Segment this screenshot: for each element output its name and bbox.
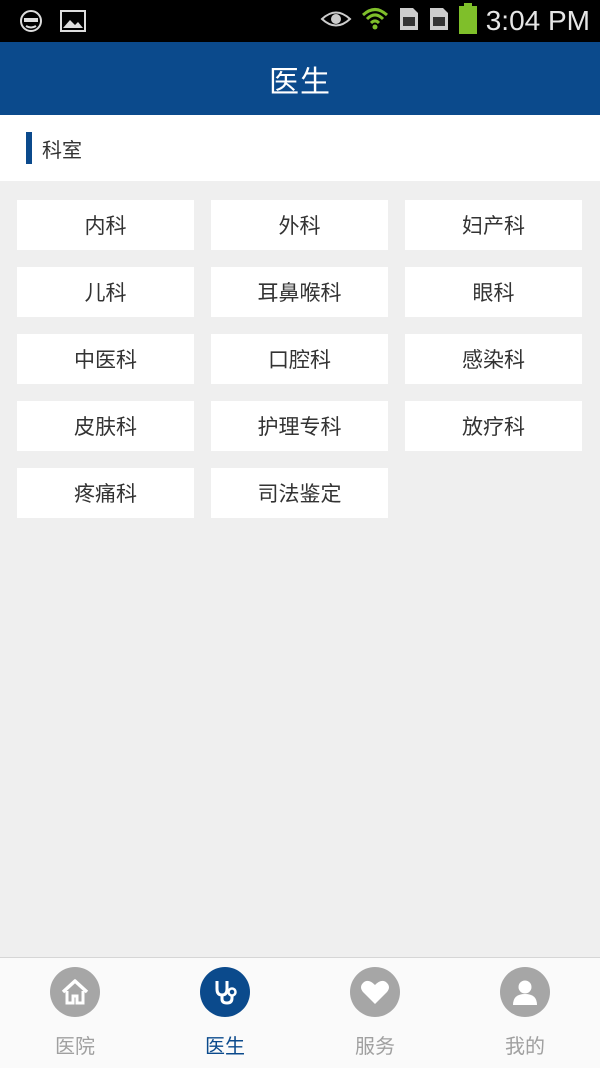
title-bar: 医生 <box>0 42 600 115</box>
nav-label: 我的 <box>505 1034 545 1058</box>
wifi-icon <box>360 4 390 38</box>
department-button[interactable]: 司法鉴定 <box>211 468 388 518</box>
eye-icon <box>320 8 352 34</box>
section-label: 科室 <box>42 137 82 162</box>
stethoscope-icon <box>200 967 250 1017</box>
bottom-nav: 医院 医生 服务 我的 <box>0 957 600 1068</box>
nav-item-mine[interactable]: 我的 <box>450 958 600 1068</box>
nav-item-doctor[interactable]: 医生 <box>150 958 300 1068</box>
department-button[interactable]: 儿科 <box>17 267 194 317</box>
section-header: 科室 <box>0 115 600 181</box>
ghost-icon <box>18 8 44 38</box>
status-bar: 3:04 PM <box>0 0 600 42</box>
nav-label: 服务 <box>355 1034 395 1058</box>
status-time: 3:04 PM <box>485 5 590 36</box>
nav-label: 医生 <box>205 1034 245 1058</box>
status-bar-left <box>18 8 86 38</box>
department-button[interactable]: 外科 <box>211 200 388 250</box>
nav-label: 医院 <box>55 1034 95 1058</box>
department-grid: 内科 外科 妇产科 儿科 耳鼻喉科 眼科 中医科 口腔科 感染科 皮肤科 护理专… <box>17 200 583 518</box>
section-accent-bar <box>26 132 32 164</box>
heart-icon <box>350 967 400 1017</box>
battery-icon <box>458 3 478 39</box>
department-button[interactable]: 口腔科 <box>211 334 388 384</box>
nav-item-service[interactable]: 服务 <box>300 958 450 1068</box>
page-title: 医生 <box>269 64 331 100</box>
department-button[interactable]: 皮肤科 <box>17 401 194 451</box>
home-icon <box>50 967 100 1017</box>
department-button[interactable]: 眼科 <box>405 267 582 317</box>
department-button[interactable]: 疼痛科 <box>17 468 194 518</box>
sim-card-icon <box>398 6 420 36</box>
image-icon <box>60 9 86 37</box>
department-button[interactable]: 妇产科 <box>405 200 582 250</box>
department-button[interactable]: 护理专科 <box>211 401 388 451</box>
department-button[interactable]: 感染科 <box>405 334 582 384</box>
status-bar-right: 3:04 PM <box>320 0 590 42</box>
department-button[interactable]: 放疗科 <box>405 401 582 451</box>
sim-card-icon <box>428 6 450 36</box>
department-button[interactable]: 内科 <box>17 200 194 250</box>
department-button[interactable]: 中医科 <box>17 334 194 384</box>
user-icon <box>500 967 550 1017</box>
department-button[interactable]: 耳鼻喉科 <box>211 267 388 317</box>
nav-item-hospital[interactable]: 医院 <box>0 958 150 1068</box>
